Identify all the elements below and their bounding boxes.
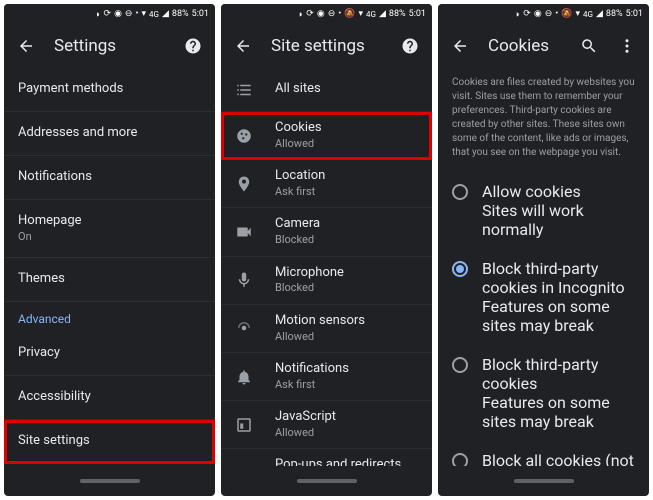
accessibility[interactable]: Accessibility bbox=[4, 376, 215, 420]
clock: 5:01 bbox=[409, 9, 426, 19]
motion-icon bbox=[235, 319, 253, 337]
bell-icon bbox=[235, 368, 253, 386]
help-button[interactable] bbox=[183, 36, 203, 56]
js-icon bbox=[235, 416, 253, 434]
net-label: 4G bbox=[366, 10, 376, 19]
header: Site settings bbox=[221, 24, 432, 68]
chat-icon: ◉ bbox=[317, 9, 325, 19]
back-button[interactable] bbox=[16, 36, 36, 56]
search-button[interactable] bbox=[579, 36, 599, 56]
battery-pct: 88% bbox=[172, 9, 189, 19]
cookies-screen: ◗ ⟳ ◉ ⊖ • 🔕 ▾ 4G ◢ 88% 5:01 Cookies Cook… bbox=[438, 4, 649, 496]
signal-icon: ◢ bbox=[379, 9, 386, 19]
settings-screen: ◗ ⟳ ◉ ⊖ • ▾ 4G ◢ 88% 5:01 Settings Payme… bbox=[4, 4, 215, 496]
mic-icon bbox=[235, 271, 253, 289]
sync-icon: ⟳ bbox=[523, 9, 531, 19]
header: Cookies bbox=[438, 24, 649, 68]
dnd-icon: ⊖ bbox=[545, 9, 553, 19]
moon-icon: ◗ bbox=[95, 9, 100, 20]
dnd-icon: ⊖ bbox=[328, 9, 336, 19]
cookies[interactable]: CookiesAllowed bbox=[221, 112, 432, 160]
popups[interactable]: Pop-ups and redirectsBlocked bbox=[221, 449, 432, 466]
wifi-icon: ▾ bbox=[576, 9, 581, 19]
radio-icon bbox=[452, 453, 468, 466]
status-bar: ◗ ⟳ ◉ ⊖ • 🔕 ▾ 4G ◢ 88% 5:01 bbox=[221, 4, 432, 24]
microphone[interactable]: MicrophoneBlocked bbox=[221, 257, 432, 305]
page-title: Site settings bbox=[271, 36, 382, 56]
site-settings-list: All sites CookiesAllowed LocationAsk fir… bbox=[221, 68, 432, 466]
cookie-options: Allow cookiesSites will work normally Bl… bbox=[438, 172, 649, 466]
overflow-button[interactable] bbox=[617, 36, 637, 56]
advanced-label: Advanced bbox=[4, 302, 215, 332]
wifi-icon: ▾ bbox=[359, 9, 364, 19]
page-title: Cookies bbox=[488, 36, 561, 56]
nav-bar[interactable] bbox=[4, 466, 215, 496]
camera[interactable]: CameraBlocked bbox=[221, 208, 432, 256]
payment-methods[interactable]: Payment methods bbox=[4, 68, 215, 112]
sync-icon: ⟳ bbox=[104, 9, 112, 19]
cookie-icon bbox=[235, 127, 253, 145]
status-bar: ◗ ⟳ ◉ ⊖ • ▾ 4G ◢ 88% 5:01 bbox=[4, 4, 215, 24]
radio-icon bbox=[452, 184, 468, 200]
list-icon bbox=[235, 81, 253, 99]
location[interactable]: LocationAsk first bbox=[221, 160, 432, 208]
notifications[interactable]: Notifications bbox=[4, 156, 215, 200]
popup-icon bbox=[235, 464, 253, 466]
settings-list: Payment methods Addresses and more Notif… bbox=[4, 68, 215, 466]
site-settings-screen: ◗ ⟳ ◉ ⊖ • 🔕 ▾ 4G ◢ 88% 5:01 Site setting… bbox=[221, 4, 432, 496]
moon-icon: ◗ bbox=[298, 9, 303, 20]
nav-bar[interactable] bbox=[221, 466, 432, 496]
chat-icon: ◉ bbox=[114, 9, 122, 19]
opt-allow[interactable]: Allow cookiesSites will work normally bbox=[438, 172, 649, 249]
homepage[interactable]: HomepageOn bbox=[4, 200, 215, 258]
camera-icon bbox=[235, 223, 253, 241]
cookies-description: Cookies are files created by websites yo… bbox=[438, 68, 649, 172]
sync-icon: ⟳ bbox=[306, 9, 314, 19]
net-label: 4G bbox=[149, 10, 159, 19]
clock: 5:01 bbox=[192, 9, 209, 19]
status-bar: ◗ ⟳ ◉ ⊖ • 🔕 ▾ 4G ◢ 88% 5:01 bbox=[438, 4, 649, 24]
battery-pct: 88% bbox=[389, 9, 406, 19]
clock: 5:01 bbox=[626, 9, 643, 19]
languages[interactable]: Languages bbox=[4, 464, 215, 466]
chat-icon: ◉ bbox=[534, 9, 542, 19]
motion-sensors[interactable]: Motion sensorsAllowed bbox=[221, 305, 432, 353]
radio-icon bbox=[452, 357, 468, 373]
notifications-site[interactable]: NotificationsAsk first bbox=[221, 353, 432, 401]
battery-pct: 88% bbox=[606, 9, 623, 19]
themes[interactable]: Themes bbox=[4, 258, 215, 302]
mute-icon: 🔕 bbox=[344, 9, 355, 19]
addresses[interactable]: Addresses and more bbox=[4, 112, 215, 156]
signal-icon: ◢ bbox=[596, 9, 603, 19]
dnd-icon: ⊖ bbox=[125, 9, 133, 19]
opt-block-all[interactable]: Block all cookies (not recommended)Featu… bbox=[438, 441, 649, 466]
opt-block-3p-incognito[interactable]: Block third-party cookies in IncognitoFe… bbox=[438, 249, 649, 345]
nav-bar[interactable] bbox=[438, 466, 649, 496]
page-title: Settings bbox=[54, 36, 165, 56]
moon-icon: ◗ bbox=[515, 9, 520, 20]
wifi-icon: ▾ bbox=[142, 9, 147, 19]
location-icon bbox=[235, 175, 253, 193]
opt-block-3p[interactable]: Block third-party cookiesFeatures on som… bbox=[438, 345, 649, 441]
header: Settings bbox=[4, 24, 215, 68]
mute-icon: 🔕 bbox=[561, 9, 572, 19]
site-settings[interactable]: Site settings bbox=[4, 420, 215, 464]
back-button[interactable] bbox=[450, 36, 470, 56]
radio-icon bbox=[452, 261, 468, 277]
all-sites[interactable]: All sites bbox=[221, 68, 432, 112]
privacy[interactable]: Privacy bbox=[4, 332, 215, 376]
help-button[interactable] bbox=[400, 36, 420, 56]
back-button[interactable] bbox=[233, 36, 253, 56]
javascript[interactable]: JavaScriptAllowed bbox=[221, 401, 432, 449]
signal-icon: ◢ bbox=[162, 9, 169, 19]
net-label: 4G bbox=[583, 10, 593, 19]
